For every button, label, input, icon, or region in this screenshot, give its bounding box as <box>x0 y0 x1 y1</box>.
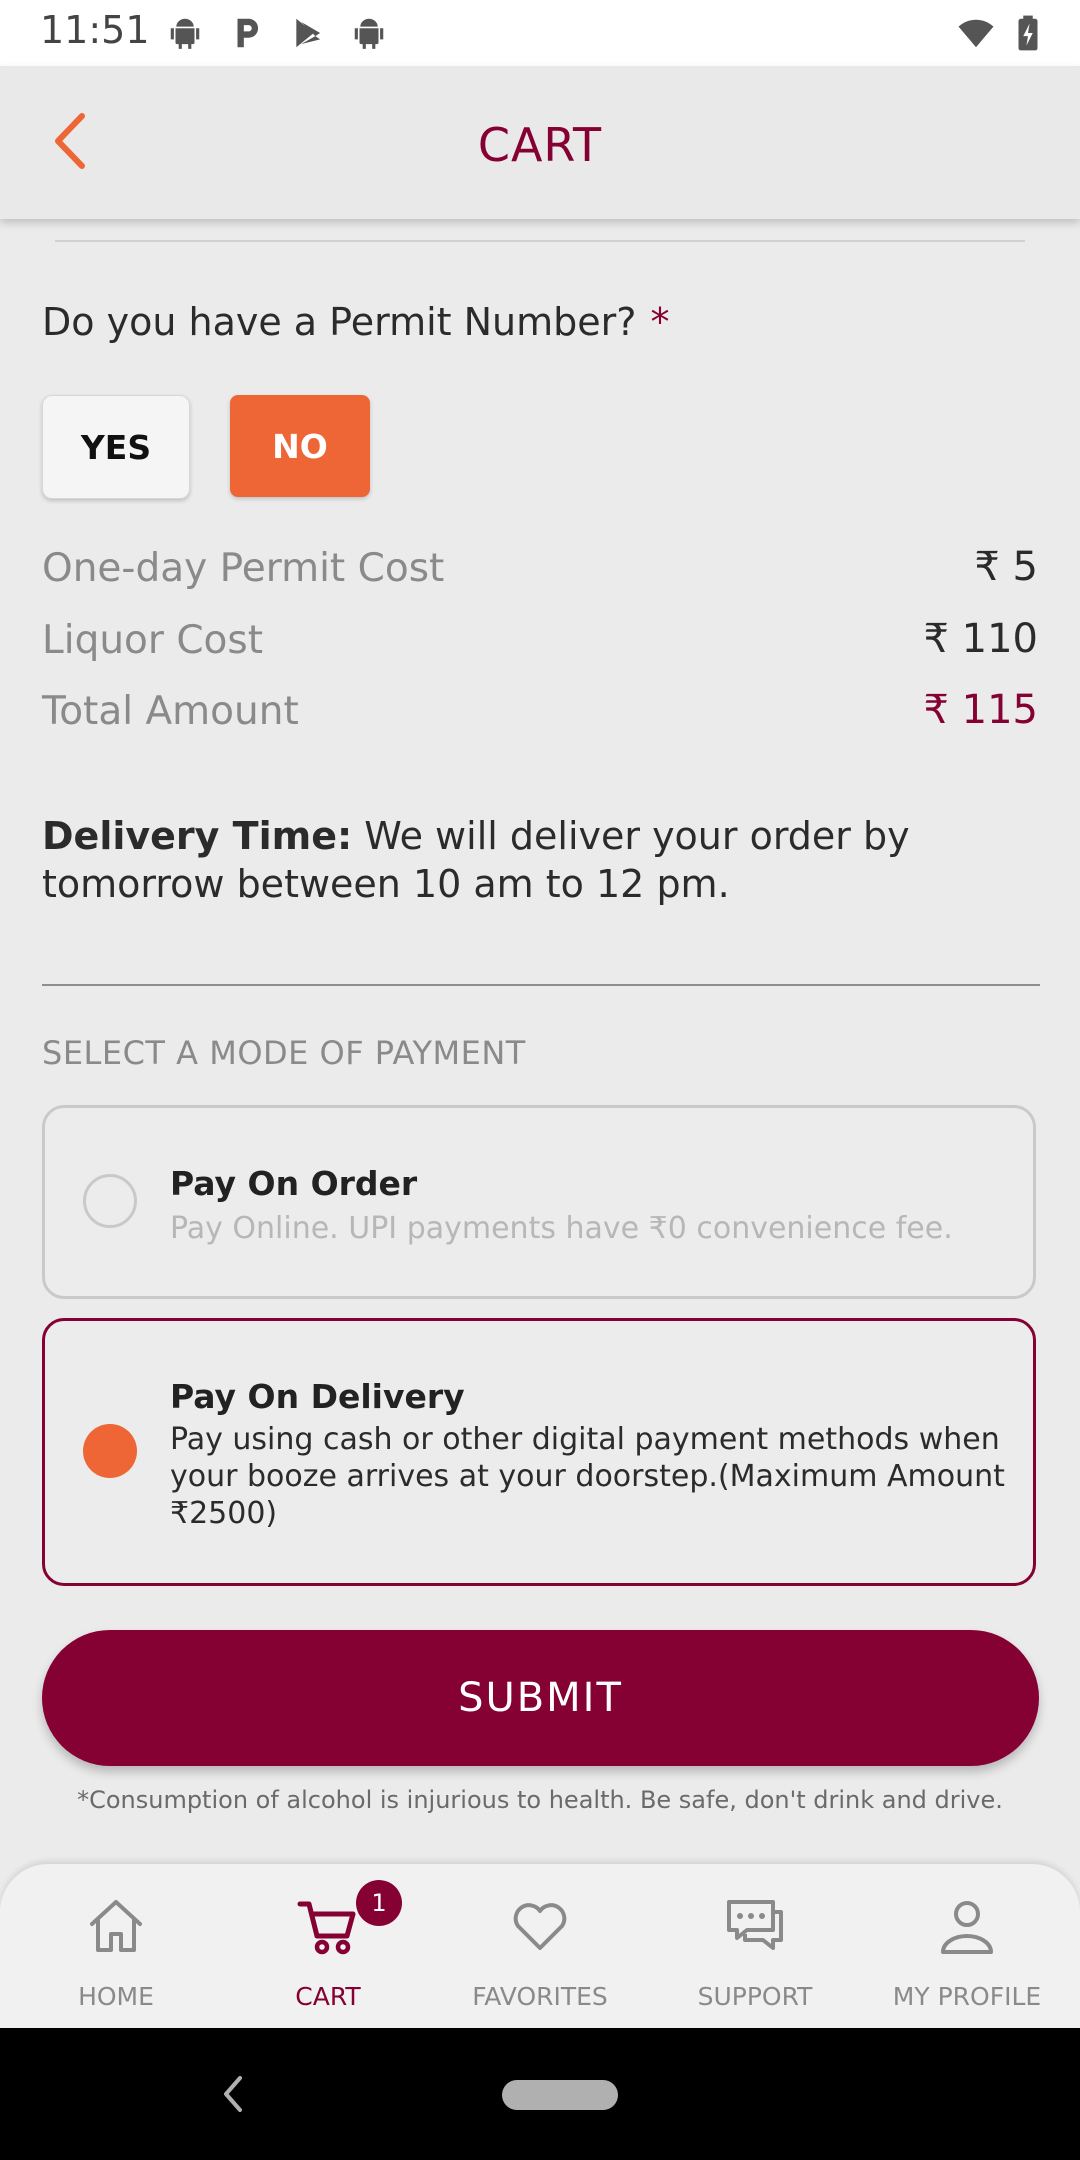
nav-cart[interactable]: 1 CART <box>220 1864 436 2028</box>
submit-button[interactable]: SUBMIT <box>42 1630 1039 1766</box>
p-app-icon <box>237 18 259 48</box>
chat-icon <box>727 1900 783 1950</box>
permit-no-button[interactable]: NO <box>230 395 370 497</box>
liquor-cost-value: ₹ 110 <box>923 616 1038 662</box>
nav-support-label: SUPPORT <box>697 1982 813 2011</box>
pay-on-order-title: Pay On Order <box>170 1164 418 1203</box>
disclaimer-text: *Consumption of alcohol is injurious to … <box>77 1786 1003 1814</box>
cart-icon <box>297 1901 356 1955</box>
pay-on-delivery-desc: Pay using cash or other digital payment … <box>170 1422 1005 1531</box>
payment-heading: SELECT A MODE OF PAYMENT <box>42 1034 526 1072</box>
delivery-time-label: Delivery Time: <box>42 814 353 858</box>
section-divider <box>42 984 1040 986</box>
android-icon <box>170 18 200 49</box>
play-store-icon <box>296 18 321 48</box>
app-bar: CART <box>0 66 1080 219</box>
pay-on-order-option[interactable]: Pay On Order Pay Online. UPI payments ha… <box>42 1105 1036 1299</box>
required-mark: * <box>650 300 670 344</box>
nav-home[interactable]: HOME <box>8 1864 224 2028</box>
nav-home-label: HOME <box>78 1982 154 2011</box>
nav-my-profile[interactable]: MY PROFILE <box>859 1864 1075 2028</box>
permit-cost-label: One-day Permit Cost <box>42 546 445 591</box>
permit-yes-button[interactable]: YES <box>42 395 190 499</box>
profile-icon <box>941 1901 993 1954</box>
status-time: 11:51 <box>40 8 150 52</box>
nav-cart-label: CART <box>295 1982 361 2011</box>
page-title: CART <box>477 118 603 172</box>
status-bar <box>0 0 1080 66</box>
android-icon <box>354 18 384 49</box>
delivery-time-text: Delivery Time: We will deliver your orde… <box>42 812 1042 908</box>
nav-favorites-label: FAVORITES <box>472 1982 608 2011</box>
total-amount-label: Total Amount <box>42 689 299 734</box>
liquor-cost-label: Liquor Cost <box>42 618 264 663</box>
pay-on-delivery-radio[interactable] <box>83 1424 137 1478</box>
heart-icon <box>513 1903 567 1950</box>
permit-question-label: Do you have a Permit Number? <box>42 300 637 344</box>
pay-on-delivery-title: Pay On Delivery <box>170 1377 465 1416</box>
cart-count-badge: 1 <box>356 1880 402 1926</box>
system-home-pill[interactable] <box>502 2080 618 2110</box>
pay-on-delivery-option[interactable]: Pay On Delivery Pay using cash or other … <box>42 1318 1036 1586</box>
nav-support[interactable]: SUPPORT <box>647 1864 863 2028</box>
nav-my-profile-label: MY PROFILE <box>892 1982 1042 2011</box>
wifi-icon <box>958 19 994 48</box>
pay-on-order-desc: Pay Online. UPI payments have ₹0 conveni… <box>170 1211 953 1246</box>
nav-favorites[interactable]: FAVORITES <box>432 1864 648 2028</box>
system-back-icon[interactable] <box>218 2072 248 2116</box>
bottom-nav: HOME 1 CART FAVORITES SUPPORT MY PROFILE <box>0 1864 1080 2028</box>
divider <box>55 240 1025 242</box>
battery-icon <box>1018 15 1038 51</box>
home-icon <box>90 1900 142 1952</box>
permit-cost-value: ₹ 5 <box>974 544 1038 590</box>
permit-question: Do you have a Permit Number? * <box>42 300 669 344</box>
total-amount-value: ₹ 115 <box>923 687 1038 733</box>
pay-on-order-radio[interactable] <box>83 1174 137 1228</box>
